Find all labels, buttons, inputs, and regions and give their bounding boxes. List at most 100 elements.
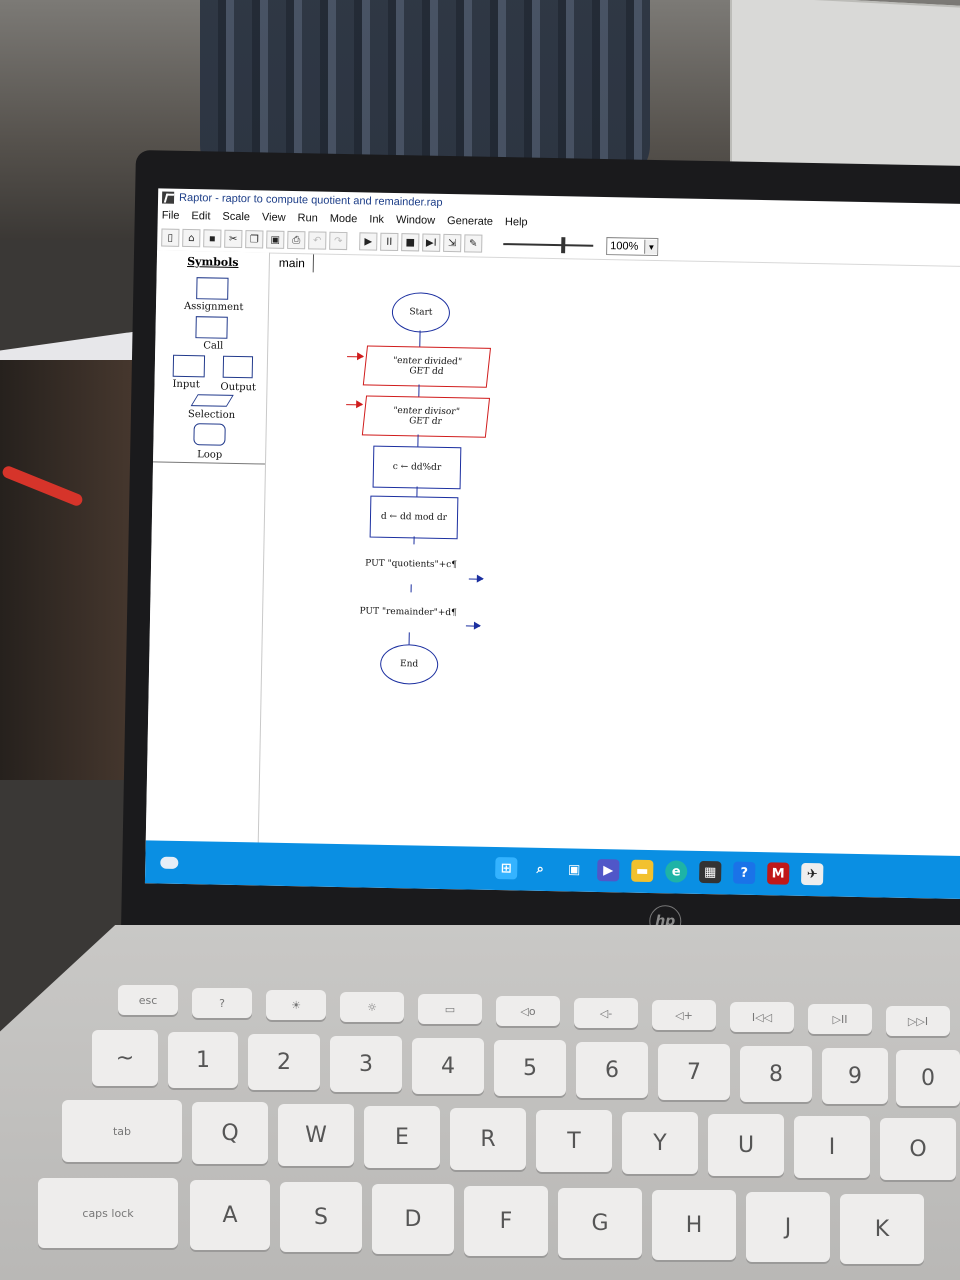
speed-slider-thumb[interactable]	[561, 237, 566, 254]
key-f[interactable]: F	[464, 1186, 548, 1256]
copy-icon[interactable]: ❐	[245, 230, 264, 249]
key-q[interactable]: Q	[192, 1102, 268, 1164]
step-icon[interactable]: ▶I	[422, 233, 441, 252]
key-u[interactable]: U	[708, 1114, 784, 1176]
store-icon[interactable]: ▦	[699, 860, 722, 884]
mcafee-icon[interactable]: M	[767, 862, 790, 885]
menu-view[interactable]: View	[262, 211, 286, 223]
save-icon[interactable]: ▪	[203, 229, 222, 248]
pause-icon[interactable]: II	[380, 232, 399, 252]
cut-icon[interactable]: ✂	[224, 229, 243, 249]
key-j[interactable]: J	[746, 1192, 830, 1262]
menu-generate[interactable]: Generate	[447, 215, 493, 228]
key-f1[interactable]: ?	[192, 988, 252, 1018]
key-f2[interactable]: ☀	[266, 990, 326, 1020]
key-4[interactable]: 4	[412, 1038, 484, 1094]
call-symbol-icon[interactable]	[195, 316, 228, 339]
key-tilde[interactable]: ~	[92, 1030, 158, 1086]
new-file-icon[interactable]: ▯	[161, 228, 180, 247]
menu-mode[interactable]: Mode	[330, 213, 358, 226]
output-remainder-box[interactable]: PUT "remainder"+d¶	[348, 591, 469, 633]
key-caps-lock[interactable]: caps lock	[38, 1178, 178, 1248]
weather-icon[interactable]	[160, 856, 179, 869]
menu-run[interactable]: Run	[297, 212, 317, 224]
key-f9[interactable]: ▷II	[808, 1004, 872, 1034]
key-w[interactable]: W	[278, 1104, 354, 1166]
output-quotient-box[interactable]: PUT "quotients"+c¶	[351, 543, 472, 585]
assign-c-box[interactable]: c ← dd%dr	[372, 445, 462, 490]
paste-icon[interactable]: ▣	[266, 230, 285, 249]
loop-symbol-icon[interactable]	[193, 423, 226, 446]
run-play-icon[interactable]: ▶	[359, 232, 378, 251]
key-esc[interactable]: esc	[118, 985, 178, 1015]
file-explorer-icon[interactable]: ▬	[631, 859, 654, 883]
output-symbol-icon[interactable]	[222, 355, 254, 379]
key-h[interactable]: H	[652, 1190, 736, 1260]
key-i[interactable]: I	[794, 1116, 870, 1178]
zoom-select[interactable]: 100% ▼	[606, 237, 659, 257]
pen-icon[interactable]: ✎	[464, 234, 483, 253]
input-arrow-icon	[346, 404, 363, 406]
teams-icon[interactable]: ▶	[597, 858, 620, 882]
key-f10[interactable]: ▷▷I	[886, 1006, 950, 1036]
print-icon[interactable]: ⎙	[287, 230, 306, 250]
key-6[interactable]: 6	[576, 1042, 648, 1098]
tab-main[interactable]: main	[270, 253, 315, 273]
menu-edit[interactable]: Edit	[191, 210, 210, 222]
key-o[interactable]: O	[880, 1118, 956, 1180]
menu-help[interactable]: Help	[505, 216, 528, 228]
key-g[interactable]: G	[558, 1188, 642, 1258]
key-f3[interactable]: ☼	[340, 992, 404, 1022]
key-y[interactable]: Y	[622, 1112, 698, 1174]
task-view-icon[interactable]: ▣	[563, 858, 585, 880]
key-e[interactable]: E	[364, 1106, 440, 1168]
key-f4[interactable]: ▭	[418, 994, 482, 1024]
key-7[interactable]: 7	[658, 1044, 730, 1100]
assign-d-box[interactable]: d ← dd mod dr	[369, 495, 459, 540]
key-k[interactable]: K	[840, 1194, 924, 1264]
end-oval[interactable]: End	[379, 643, 439, 685]
menu-window[interactable]: Window	[396, 214, 435, 227]
key-r[interactable]: R	[450, 1108, 526, 1170]
raptor-icon[interactable]: ✈	[801, 862, 824, 886]
flowchart-canvas[interactable]: Start "enter divided" GET dd "enter divi…	[260, 275, 960, 856]
key-a[interactable]: A	[190, 1180, 270, 1250]
input-symbol-icon[interactable]	[172, 354, 206, 378]
key-f7[interactable]: ◁+	[652, 1000, 716, 1030]
open-folder-icon[interactable]: ⌂	[182, 228, 201, 248]
assignment-symbol-icon[interactable]	[196, 277, 229, 300]
help-icon[interactable]: ?	[733, 861, 756, 885]
input-dr-box[interactable]: "enter divisor" GET dr	[361, 395, 491, 438]
connector	[418, 384, 420, 397]
edge-icon[interactable]: e	[665, 860, 688, 883]
key-f8[interactable]: I◁◁	[730, 1002, 794, 1032]
key-f6[interactable]: ◁-	[574, 998, 638, 1028]
key-f5[interactable]: ◁o	[496, 996, 560, 1026]
key-t[interactable]: T	[536, 1110, 612, 1172]
key-1[interactable]: 1	[168, 1032, 238, 1088]
call-label: Call	[203, 340, 224, 352]
stop-icon[interactable]: ■	[401, 233, 420, 252]
key-8[interactable]: 8	[740, 1046, 812, 1102]
start-oval[interactable]: Start	[391, 291, 451, 334]
key-2[interactable]: 2	[248, 1034, 320, 1090]
key-9[interactable]: 9	[822, 1048, 888, 1104]
search-icon[interactable]: ⌕	[529, 858, 551, 880]
selection-symbol-icon[interactable]	[190, 394, 234, 407]
chevron-down-icon[interactable]: ▼	[644, 239, 658, 255]
step-into-icon[interactable]: ⇲	[443, 233, 462, 253]
redo-icon[interactable]: ↷	[329, 231, 348, 251]
windows-start-icon[interactable]: ⊞	[495, 857, 518, 880]
menu-ink[interactable]: Ink	[369, 213, 384, 225]
key-tab[interactable]: tab	[62, 1100, 182, 1162]
key-s[interactable]: S	[280, 1182, 362, 1252]
key-0[interactable]: 0	[896, 1050, 960, 1106]
key-3[interactable]: 3	[330, 1036, 402, 1092]
key-5[interactable]: 5	[494, 1040, 566, 1096]
menu-scale[interactable]: Scale	[222, 211, 250, 224]
menu-file[interactable]: File	[162, 210, 180, 222]
undo-icon[interactable]: ↶	[308, 231, 327, 250]
key-d[interactable]: D	[372, 1184, 454, 1254]
speed-slider[interactable]	[503, 236, 593, 254]
input-dd-box[interactable]: "enter divided" GET dd	[362, 345, 492, 388]
